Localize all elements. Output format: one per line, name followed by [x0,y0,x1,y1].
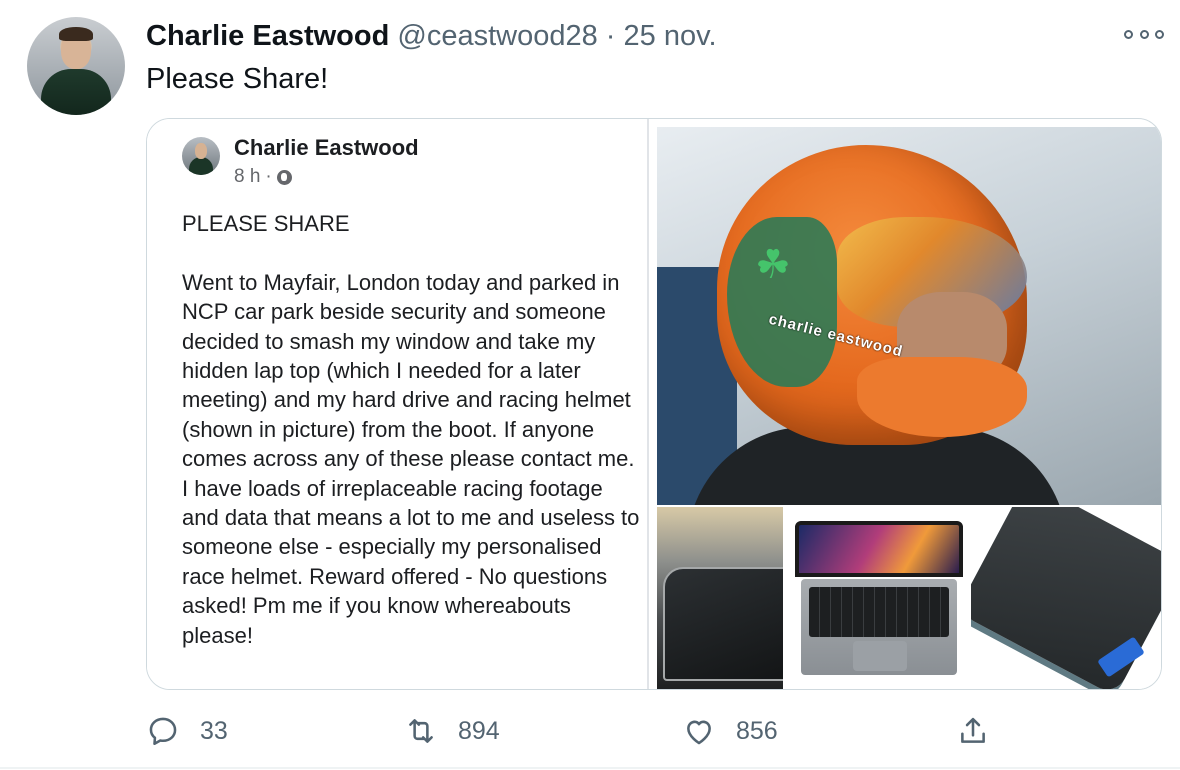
reply-icon [149,717,177,746]
share-icon [961,717,985,743]
laptop-photo [787,507,967,689]
share-button[interactable] [956,708,990,754]
tweet-media[interactable]: Charlie Eastwood 8 h · PLEASE SHARE Went… [146,118,1162,690]
author-name[interactable]: Charlie Eastwood [146,20,389,52]
reply-count: 33 [200,716,228,745]
embedded-post-time: 8 h [234,166,261,187]
more-icon[interactable] [1124,24,1164,44]
retweet-button[interactable]: 894 [404,708,500,754]
embedded-post-text: Went to Mayfair, London today and parked… [182,269,640,648]
tweet-date[interactable]: 25 nov. [624,20,717,52]
avatar[interactable] [27,17,125,115]
action-bar: 33 894 856 [0,708,1180,754]
car-photo [657,507,783,689]
embedded-post: Charlie Eastwood 8 h · PLEASE SHARE Went… [147,119,649,689]
retweet-count: 894 [458,716,500,745]
embedded-separator: · [265,166,272,187]
tweet-header: Charlie Eastwood @ceastwood28 · 25 nov. [146,18,717,54]
author-handle[interactable]: @ceastwood28 [397,20,597,52]
globe-icon [276,169,292,185]
like-count: 856 [736,716,778,745]
embedded-post-meta: 8 h · [234,166,292,188]
embedded-post-heading: PLEASE SHARE [182,211,350,236]
divider [0,767,1180,769]
embedded-post-body: PLEASE SHARE Went to Mayfair, London tod… [182,209,642,650]
separator-dot: · [605,20,616,52]
shamrock-icon: ☘ [755,243,791,287]
retweet-icon [409,719,433,743]
photo-collage: ☘ charlie eastwood [657,119,1161,689]
hard-drive-photo [971,507,1161,689]
embedded-avatar [182,137,220,175]
like-button[interactable]: 856 [682,708,778,754]
heart-icon [687,720,711,745]
reply-button[interactable]: 33 [146,708,228,754]
helmet-photo: ☘ charlie eastwood [657,127,1161,505]
tweet-text: Please Share! [146,63,329,95]
embedded-author-name: Charlie Eastwood [234,135,419,160]
